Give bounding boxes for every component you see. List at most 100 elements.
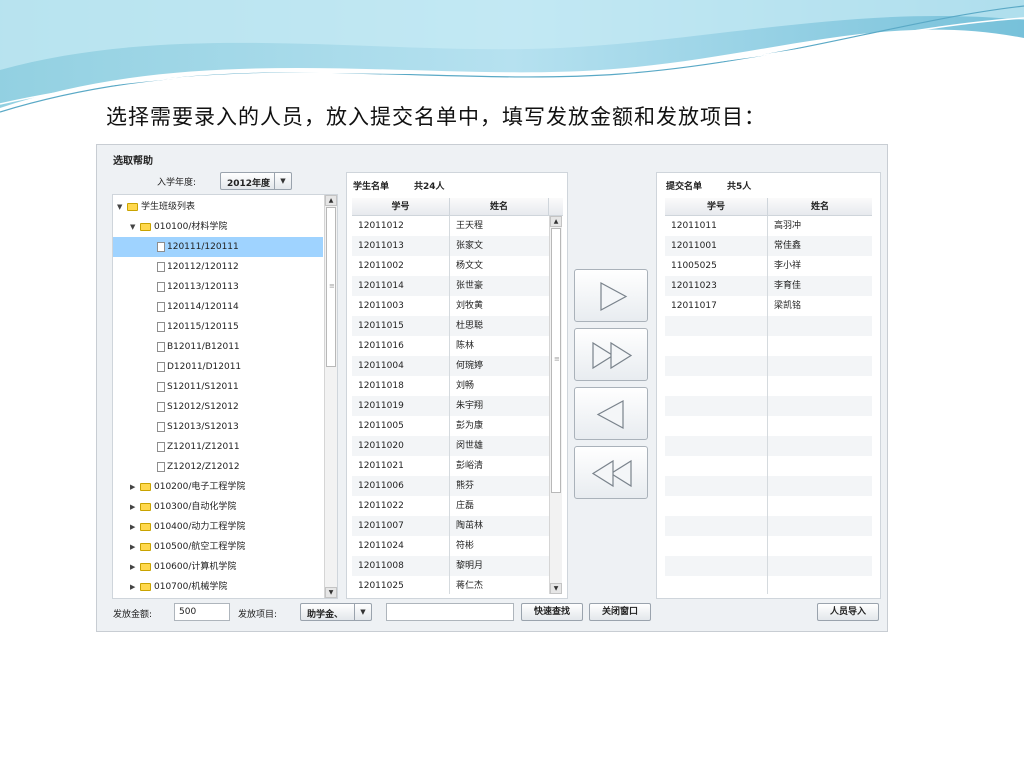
- table-row[interactable]: 12011005 彭为康: [352, 416, 549, 436]
- collapse-arrow-icon[interactable]: ▶: [130, 477, 135, 497]
- collapse-arrow-icon[interactable]: ▶: [130, 517, 135, 537]
- table-row[interactable]: 12011002 杨文文: [352, 256, 549, 276]
- tree-item[interactable]: 120112/120112: [113, 257, 323, 277]
- selection-help-dialog: 选取帮助 入学年度: 2012年度 ▼ ▼ 学生班级列表 ▼ 010100/材料学院 1…: [96, 144, 888, 632]
- column-header-name[interactable]: 姓名: [450, 198, 549, 216]
- collapse-arrow-icon[interactable]: ▶: [130, 577, 135, 597]
- table-row[interactable]: 12011013 张家文: [352, 236, 549, 256]
- table-row[interactable]: [665, 536, 872, 556]
- table-row[interactable]: [665, 416, 872, 436]
- search-input[interactable]: [386, 603, 514, 621]
- table-row[interactable]: [665, 336, 872, 356]
- item-select[interactable]: 助学金、 ▼: [300, 603, 372, 621]
- table-row[interactable]: 12011001 常佳鑫: [665, 236, 872, 256]
- tree-item[interactable]: 120111/120111: [113, 237, 323, 257]
- folder-icon: [127, 203, 138, 211]
- cell-student-id: 12011011: [665, 216, 768, 236]
- scroll-down-icon[interactable]: ▼: [325, 587, 337, 598]
- table-row[interactable]: [665, 496, 872, 516]
- table-row[interactable]: 12011017 梁凯铭: [665, 296, 872, 316]
- close-window-button[interactable]: 关闭窗口: [589, 603, 651, 621]
- tree-item[interactable]: ▼ 010100/材料学院: [113, 217, 323, 237]
- tree-scroll-thumb[interactable]: ≡: [326, 207, 336, 367]
- table-row[interactable]: 12011025 蒋仁杰: [352, 576, 549, 594]
- student-scroll-thumb[interactable]: ≡: [551, 228, 561, 493]
- table-row[interactable]: 12011014 张世豪: [352, 276, 549, 296]
- table-row[interactable]: 12011004 何琬婷: [352, 356, 549, 376]
- move-right-button[interactable]: [574, 269, 648, 322]
- tree-item[interactable]: Z12011/Z12011: [113, 437, 323, 457]
- tree-item[interactable]: ▼ 学生班级列表: [113, 197, 323, 217]
- table-row[interactable]: 12011011 高羽冲: [665, 216, 872, 236]
- table-row[interactable]: 12011003 刘牧黄: [352, 296, 549, 316]
- table-row[interactable]: 12011022 庄磊: [352, 496, 549, 516]
- cell-student-id: [665, 496, 768, 516]
- tree-item[interactable]: 120114/120114: [113, 297, 323, 317]
- table-row[interactable]: [665, 376, 872, 396]
- table-row[interactable]: 12011016 陈林: [352, 336, 549, 356]
- cell-student-id: [665, 396, 768, 416]
- tree-item[interactable]: 120115/120115: [113, 317, 323, 337]
- tree-item[interactable]: D12011/D12011: [113, 357, 323, 377]
- tree-item[interactable]: ▶ 010500/航空工程学院: [113, 537, 323, 557]
- tree-item[interactable]: ▶ 010700/机械学院: [113, 577, 323, 597]
- table-row[interactable]: [665, 476, 872, 496]
- collapse-arrow-icon[interactable]: ▶: [130, 537, 135, 557]
- table-row[interactable]: 12011008 黎明月: [352, 556, 549, 576]
- tree-item[interactable]: ▶ 010600/计算机学院: [113, 557, 323, 577]
- table-row[interactable]: [665, 316, 872, 336]
- column-header-name[interactable]: 姓名: [768, 198, 872, 216]
- quick-search-button[interactable]: 快速查找: [521, 603, 583, 621]
- cell-name: 陈林: [456, 341, 475, 351]
- move-all-left-button[interactable]: [574, 446, 648, 499]
- chevron-down-icon[interactable]: ▼: [354, 604, 371, 620]
- tree-item[interactable]: S12012/S12012: [113, 397, 323, 417]
- table-row[interactable]: [665, 576, 872, 594]
- table-row[interactable]: [665, 516, 872, 536]
- table-row[interactable]: 12011023 李育佳: [665, 276, 872, 296]
- table-row[interactable]: 12011024 符彬: [352, 536, 549, 556]
- table-row[interactable]: [665, 396, 872, 416]
- table-row[interactable]: 12011020 闵世雄: [352, 436, 549, 456]
- scroll-up-icon[interactable]: ▲: [325, 195, 337, 206]
- move-all-right-button[interactable]: [574, 328, 648, 381]
- import-people-button[interactable]: 人员导入: [817, 603, 879, 621]
- table-row[interactable]: [665, 556, 872, 576]
- table-row[interactable]: [665, 356, 872, 376]
- table-row[interactable]: 11005025 李小祥: [665, 256, 872, 276]
- amount-input[interactable]: 500: [174, 603, 230, 621]
- table-row[interactable]: 12011006 熊芬: [352, 476, 549, 496]
- tree-item[interactable]: S12011/S12011: [113, 377, 323, 397]
- scroll-down-icon[interactable]: ▼: [550, 583, 562, 594]
- tree-item[interactable]: ▶ 010300/自动化学院: [113, 497, 323, 517]
- table-row[interactable]: 12011019 朱宇翔: [352, 396, 549, 416]
- table-row[interactable]: 12011007 陶茁林: [352, 516, 549, 536]
- move-left-button[interactable]: [574, 387, 648, 440]
- tree-item-label: 120114/120114: [167, 302, 239, 312]
- column-header-student-id[interactable]: 学号: [352, 198, 450, 216]
- move-left-icon: [596, 399, 624, 430]
- collapse-arrow-icon[interactable]: ▶: [130, 557, 135, 577]
- tree-item[interactable]: S12013/S12013: [113, 417, 323, 437]
- tree-scrollbar[interactable]: ▲ ≡ ▼: [324, 195, 337, 598]
- scroll-up-icon[interactable]: ▲: [550, 216, 562, 227]
- tree-item[interactable]: ▶ 010400/动力工程学院: [113, 517, 323, 537]
- table-row[interactable]: [665, 436, 872, 456]
- column-header-student-id[interactable]: 学号: [665, 198, 768, 216]
- table-row[interactable]: 12011015 杜思聪: [352, 316, 549, 336]
- enrollment-year-select[interactable]: 2012年度 ▼: [220, 172, 292, 190]
- tree-item[interactable]: Z12012/Z12012: [113, 457, 323, 477]
- expand-arrow-icon[interactable]: ▼: [117, 197, 122, 217]
- table-row[interactable]: 12011012 王天程: [352, 216, 549, 236]
- table-row[interactable]: [665, 456, 872, 476]
- student-scrollbar[interactable]: ▲ ≡ ▼: [549, 216, 562, 594]
- tree-item[interactable]: 120113/120113: [113, 277, 323, 297]
- tree-item[interactable]: B12011/B12011: [113, 337, 323, 357]
- table-row[interactable]: 12011021 彭峪清: [352, 456, 549, 476]
- tree-item[interactable]: ▶ 010200/电子工程学院: [113, 477, 323, 497]
- collapse-arrow-icon[interactable]: ▶: [130, 497, 135, 517]
- tree-item-label: Z12012/Z12012: [167, 462, 240, 472]
- table-row[interactable]: 12011018 刘畅: [352, 376, 549, 396]
- expand-arrow-icon[interactable]: ▼: [130, 217, 135, 237]
- chevron-down-icon[interactable]: ▼: [274, 173, 291, 189]
